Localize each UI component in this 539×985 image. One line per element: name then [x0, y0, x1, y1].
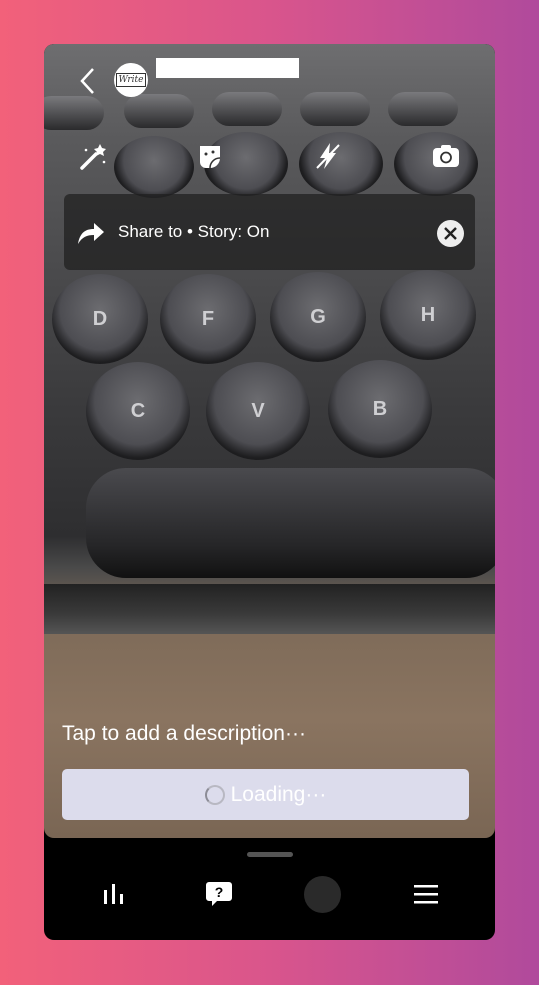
drag-handle[interactable]	[247, 852, 293, 857]
sticker-icon[interactable]	[194, 140, 226, 172]
bar-chart-icon[interactable]	[94, 876, 134, 912]
photo-key: D	[52, 274, 148, 364]
photo-key: V	[206, 362, 310, 460]
photo-key: G	[270, 272, 366, 362]
photo-key: H	[380, 270, 476, 360]
top-bar: Write	[44, 44, 495, 124]
spinner-icon	[204, 784, 225, 805]
share-banner[interactable]: Share to • Story: On	[64, 194, 475, 270]
chevron-left-icon[interactable]	[76, 66, 100, 96]
share-label: Share to • Story: On	[118, 222, 270, 241]
photo-key: B	[328, 360, 432, 458]
avatar[interactable]: Write	[114, 63, 148, 97]
camera-flip-icon[interactable]	[430, 140, 462, 172]
camera-preview: D F G H C V B Write Share to • Story: On…	[44, 44, 495, 838]
help-bubble-icon[interactable]: ?	[199, 876, 239, 912]
photo-keyboard-edge	[44, 584, 495, 634]
record-button[interactable]	[302, 875, 342, 913]
close-icon[interactable]	[437, 220, 464, 247]
loading-button[interactable]: Loading···	[62, 769, 469, 820]
photo-key	[114, 136, 194, 198]
account-name	[156, 58, 299, 78]
share-arrow-icon	[78, 223, 104, 244]
description-input[interactable]: Tap to add a description···	[62, 722, 306, 746]
svg-text:?: ?	[215, 884, 224, 900]
flash-off-icon[interactable]	[312, 140, 344, 172]
photo-spacebar	[86, 468, 495, 578]
photo-key: C	[86, 362, 190, 460]
photo-key: F	[160, 274, 256, 364]
magic-wand-icon[interactable]	[78, 140, 110, 172]
phone-frame: D F G H C V B Write Share to • Story: On…	[44, 44, 495, 940]
menu-icon[interactable]	[406, 876, 446, 912]
